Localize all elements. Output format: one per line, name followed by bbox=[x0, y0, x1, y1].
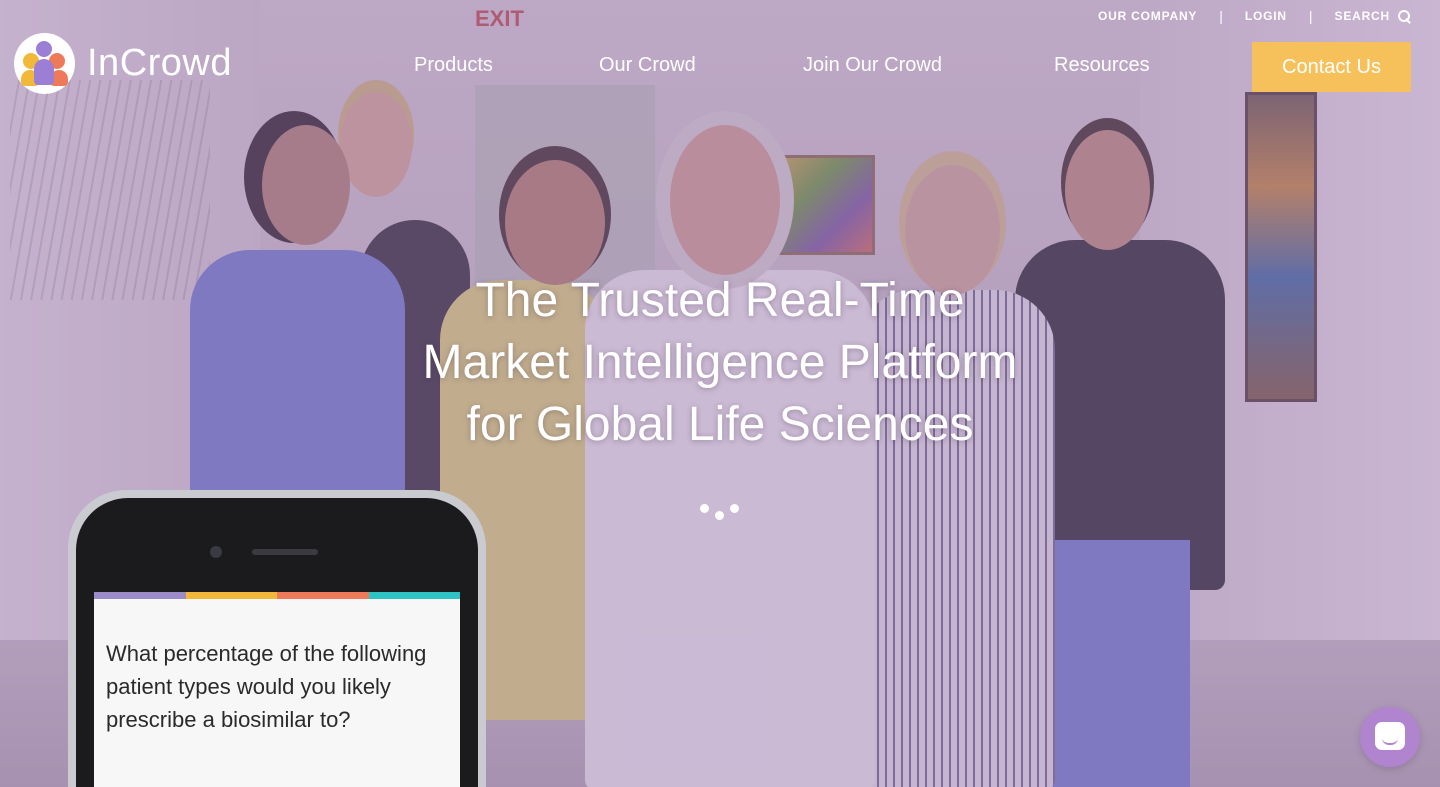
phone-camera-icon bbox=[210, 546, 222, 558]
login-link[interactable]: LOGIN bbox=[1245, 9, 1287, 23]
chat-launcher-button[interactable] bbox=[1360, 707, 1420, 767]
nav-our-crowd[interactable]: Our Crowd bbox=[599, 54, 696, 77]
search-label: SEARCH bbox=[1334, 9, 1390, 23]
chat-icon bbox=[1375, 722, 1405, 752]
headline-line-1: The Trusted Real-Time bbox=[475, 274, 965, 327]
nav-resources[interactable]: Resources bbox=[1054, 54, 1150, 77]
phone-screen: What percentage of the following patient… bbox=[94, 592, 460, 787]
headline-line-2: Market Intelligence Platform bbox=[422, 336, 1018, 389]
incrowd-logo-icon bbox=[14, 33, 75, 94]
color-bar-segment bbox=[185, 592, 277, 599]
nav-join-our-crowd[interactable]: Join Our Crowd bbox=[803, 54, 942, 77]
headline-line-3: for Global Life Sciences bbox=[466, 398, 974, 451]
contact-us-button[interactable]: Contact Us bbox=[1252, 42, 1411, 92]
logo-text: InCrowd bbox=[87, 42, 232, 84]
hero-headline: The Trusted Real-Time Market Intelligenc… bbox=[320, 270, 1120, 456]
utility-separator: | bbox=[1219, 8, 1223, 24]
utility-nav: OUR COMPANY | LOGIN | SEARCH bbox=[1098, 8, 1410, 24]
screen-color-bar bbox=[94, 592, 460, 599]
our-company-link[interactable]: OUR COMPANY bbox=[1098, 9, 1197, 23]
color-bar-segment bbox=[277, 592, 369, 599]
search-icon bbox=[1398, 10, 1410, 22]
color-bar-segment bbox=[368, 592, 460, 599]
incrowd-logo[interactable]: InCrowd bbox=[14, 33, 232, 94]
nav-products[interactable]: Products bbox=[414, 54, 493, 77]
survey-question: What percentage of the following patient… bbox=[106, 641, 427, 732]
utility-separator: | bbox=[1308, 8, 1313, 24]
phone-speaker bbox=[252, 549, 318, 555]
loading-indicator bbox=[700, 503, 744, 521]
color-bar-segment bbox=[94, 592, 186, 599]
search-link[interactable]: SEARCH bbox=[1335, 9, 1410, 23]
